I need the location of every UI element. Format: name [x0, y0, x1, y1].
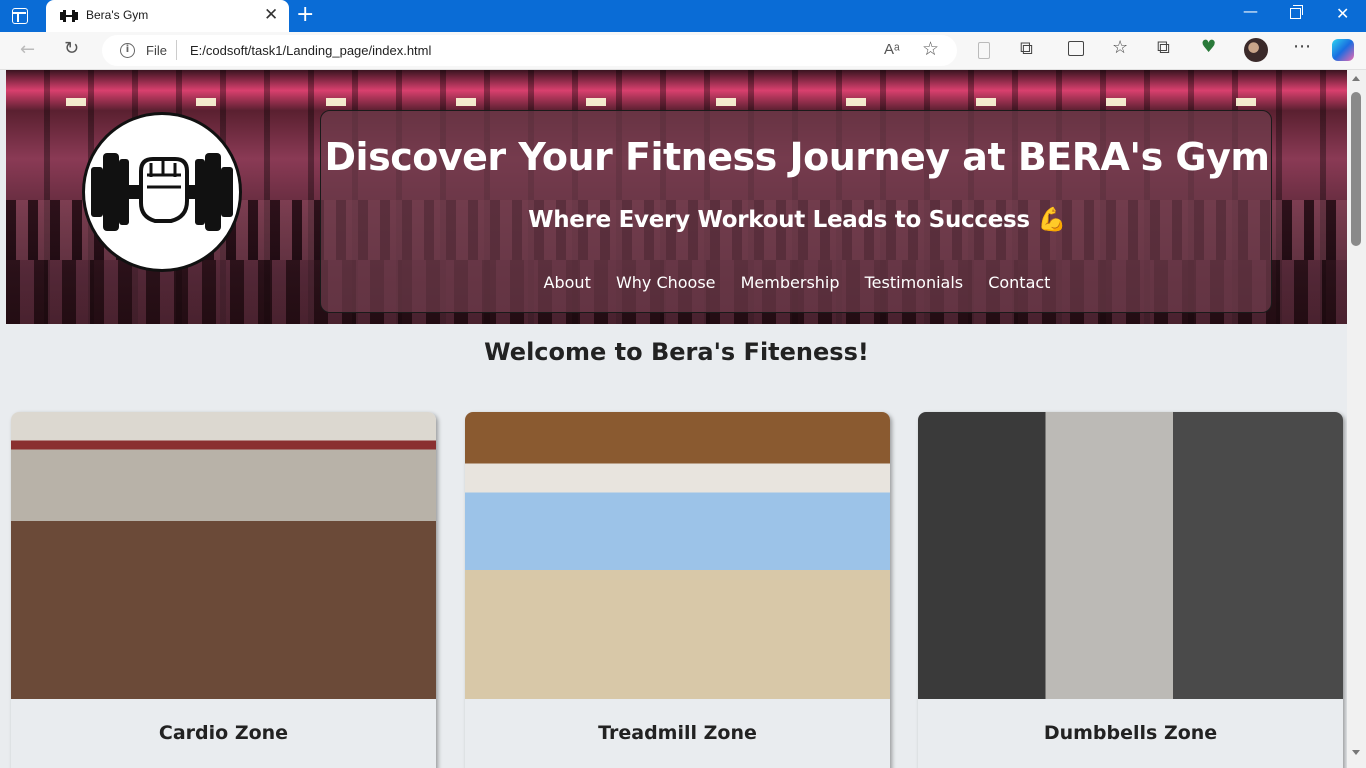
gym-logo	[82, 112, 242, 272]
url-text[interactable]: E:/codsoft/task1/Landing_page/index.html	[190, 43, 431, 58]
collections-icon[interactable]: ⧉	[1157, 39, 1170, 57]
welcome-heading: Welcome to Bera's Fiteness!	[484, 338, 869, 366]
url-scheme: File	[146, 43, 167, 58]
refresh-icon[interactable]: ↻	[64, 40, 79, 58]
info-icon[interactable]: i	[120, 43, 135, 58]
tab-title: Bera's Gym	[86, 8, 149, 22]
gym-favicon-icon	[60, 10, 78, 22]
scroll-thumb[interactable]	[1351, 92, 1361, 246]
close-window-icon[interactable]: ✕	[1336, 4, 1349, 23]
address-bar[interactable]: i File E:/codsoft/task1/Landing_page/ind…	[102, 35, 957, 66]
hero-panel: Discover Your Fitness Journey at BERA's …	[320, 110, 1272, 313]
maximize-icon[interactable]	[1290, 5, 1303, 19]
hero-title: Discover Your Fitness Journey at BERA's …	[324, 135, 1270, 179]
zone-card-dumbbells[interactable]: Dumbbells Zone	[918, 412, 1343, 768]
more-icon[interactable]: ⋯	[1293, 38, 1311, 56]
dumbbell-fist-icon	[91, 153, 233, 231]
treadmill-zone-image	[465, 412, 890, 699]
sidebar-toggle-icon[interactable]	[12, 8, 28, 24]
main-nav: About Why Choose Membership Testimonials…	[321, 273, 1273, 292]
read-aloud-icon[interactable]: Aᵃ	[884, 41, 900, 58]
favorites-icon[interactable]: ☆	[1112, 39, 1128, 57]
page-viewport: Discover Your Fitness Journey at BERA's …	[6, 70, 1347, 768]
cardio-zone-image	[11, 412, 436, 699]
browser-tab[interactable]: Bera's Gym ✕	[46, 0, 289, 32]
dumbbells-zone-image	[918, 412, 1343, 699]
browser-title-bar: Bera's Gym ✕ + — ✕	[0, 0, 1366, 32]
close-icon[interactable]: ✕	[264, 5, 278, 25]
device-icon[interactable]	[978, 42, 990, 59]
minimize-icon[interactable]: —	[1243, 2, 1258, 20]
nav-link-why-choose[interactable]: Why Choose	[616, 273, 716, 292]
profile-avatar[interactable]	[1244, 38, 1268, 62]
hero-banner: Discover Your Fitness Journey at BERA's …	[6, 70, 1347, 324]
split-screen-icon[interactable]	[1068, 41, 1084, 56]
browser-essentials-icon[interactable]: ♥	[1201, 39, 1216, 56]
new-tab-icon[interactable]: +	[296, 2, 314, 27]
hero-subtitle: Where Every Workout Leads to Success 💪	[528, 207, 1066, 233]
card-title: Dumbbells Zone	[1043, 722, 1218, 744]
extensions-icon[interactable]: ⧉	[1020, 40, 1033, 58]
page-scrollbar[interactable]	[1347, 70, 1366, 768]
zone-card-treadmill[interactable]: Treadmill Zone	[465, 412, 890, 768]
back-icon[interactable]: ←	[20, 41, 35, 59]
nav-link-contact[interactable]: Contact	[988, 273, 1050, 292]
favorite-star-icon[interactable]: ☆	[922, 38, 939, 60]
browser-toolbar: ← ↻ i File E:/codsoft/task1/Landing_page…	[0, 32, 1366, 70]
copilot-icon[interactable]	[1332, 39, 1354, 61]
scroll-up-icon[interactable]	[1352, 76, 1360, 81]
nav-link-membership[interactable]: Membership	[741, 273, 840, 292]
card-title: Cardio Zone	[158, 722, 289, 744]
scroll-down-icon[interactable]	[1352, 750, 1360, 755]
nav-link-testimonials[interactable]: Testimonials	[865, 273, 964, 292]
nav-link-about[interactable]: About	[544, 273, 591, 292]
zone-card-cardio[interactable]: Cardio Zone	[11, 412, 436, 768]
card-title: Treadmill Zone	[598, 722, 757, 744]
url-separator	[176, 40, 177, 60]
hero-background-lights	[6, 98, 1347, 106]
